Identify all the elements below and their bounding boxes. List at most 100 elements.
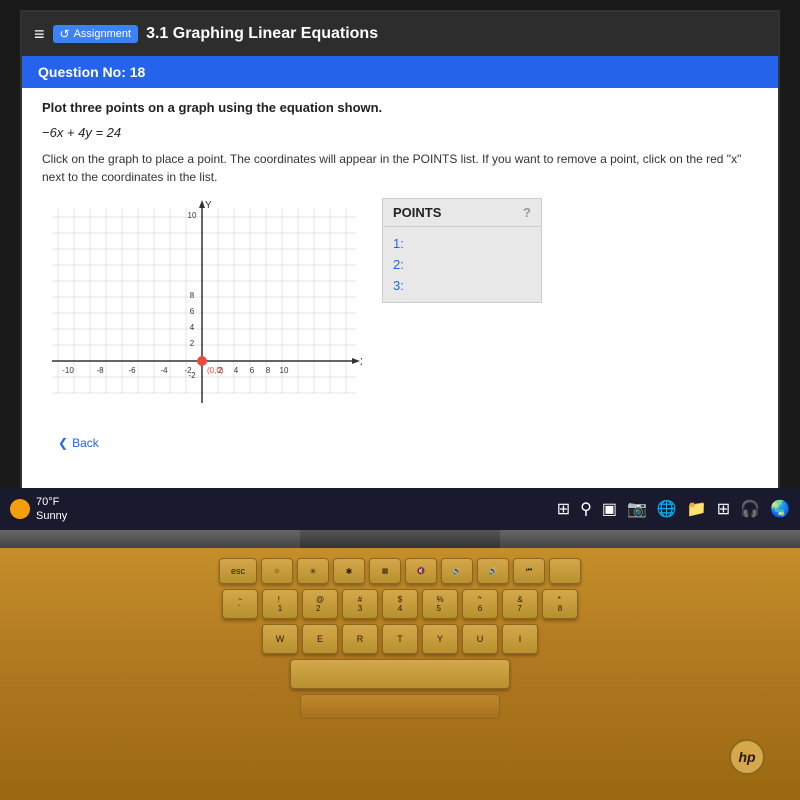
assignment-badge[interactable]: Assignment [53, 25, 139, 43]
weather-icon [10, 499, 30, 519]
svg-text:-8: -8 [96, 366, 104, 375]
point-item-1: 1: [393, 233, 531, 254]
key-5[interactable]: %5 [422, 589, 458, 619]
content-area: Plot three points on a graph using the e… [22, 88, 778, 470]
back-link[interactable]: ❮ Back [42, 428, 758, 458]
trackpad[interactable] [300, 694, 500, 719]
svg-text:10: 10 [188, 211, 197, 220]
graph-svg[interactable]: X Y -10 -8 -6 -4 -2 2 4 6 8 10 [42, 198, 362, 418]
svg-text:X: X [360, 357, 362, 368]
question-number: Question No: 18 [38, 64, 145, 80]
top-bar: ≡ Assignment 3.1 Graphing Linear Equatio… [22, 12, 778, 56]
apps-icon[interactable]: ⊞ [717, 499, 730, 519]
taskview-icon[interactable]: ▣ [602, 499, 617, 519]
headset-icon[interactable]: 🎧 [740, 499, 760, 519]
globe-icon[interactable]: 🌏 [770, 499, 790, 519]
hinge-center [300, 530, 500, 548]
svg-text:(0,0): (0,0) [207, 366, 224, 375]
key-f3[interactable]: ✱ [333, 558, 365, 584]
svg-text:Y: Y [205, 200, 212, 211]
page-title: 3.1 Graphing Linear Equations [146, 25, 378, 43]
assignment-label: Assignment [74, 28, 131, 40]
search-icon[interactable]: ⚲ [580, 499, 592, 519]
graph-container[interactable]: X Y -10 -8 -6 -4 -2 2 4 6 8 10 [42, 198, 362, 418]
key-e[interactable]: E [302, 624, 338, 654]
key-i[interactable]: I [502, 624, 538, 654]
key-f8[interactable]: ⏮ [513, 558, 545, 584]
key-f1[interactable]: ☺ [261, 558, 293, 584]
keyboard-area: esc ☺ ✳ ✱ ▦ 🔇 🔉 🔊 ⏮ ~` !1 @2 #3 $4 %5 ^6… [0, 548, 800, 719]
svg-text:-10: -10 [62, 366, 74, 375]
weather-widget: 70°F Sunny [10, 495, 67, 524]
instruction-text: Click on the graph to place a point. The… [42, 150, 758, 186]
key-f2[interactable]: ✳ [297, 558, 329, 584]
key-8[interactable]: *8 [542, 589, 578, 619]
equation: −6x + 4y = 24 [42, 125, 758, 140]
key-7[interactable]: &7 [502, 589, 538, 619]
laptop-body: esc ☺ ✳ ✱ ▦ 🔇 🔉 🔊 ⏮ ~` !1 @2 #3 $4 %5 ^6… [0, 530, 800, 800]
key-f7[interactable]: 🔊 [477, 558, 509, 584]
fn-key-row: esc ☺ ✳ ✱ ▦ 🔇 🔉 🔊 ⏮ [20, 558, 780, 584]
space-key-row [20, 659, 780, 689]
points-header: POINTS ? [383, 199, 541, 227]
point-item-3: 3: [393, 275, 531, 296]
points-help[interactable]: ? [523, 205, 531, 220]
key-f4[interactable]: ▦ [369, 558, 401, 584]
key-f6[interactable]: 🔉 [441, 558, 473, 584]
key-u[interactable]: U [462, 624, 498, 654]
key-3[interactable]: #3 [342, 589, 378, 619]
key-f5[interactable]: 🔇 [405, 558, 437, 584]
svg-text:6: 6 [250, 366, 255, 375]
question-header: Question No: 18 [22, 56, 778, 88]
hamburger-icon[interactable]: ≡ [34, 24, 45, 45]
weather-temp: 70°F [36, 495, 67, 509]
key-tilde[interactable]: ~` [222, 589, 258, 619]
svg-text:-6: -6 [128, 366, 136, 375]
laptop-hinge [0, 530, 800, 548]
key-4[interactable]: $4 [382, 589, 418, 619]
hp-logo: hp [729, 739, 765, 775]
graph-section: X Y -10 -8 -6 -4 -2 2 4 6 8 10 [42, 198, 758, 418]
svg-text:2: 2 [190, 339, 195, 348]
letter-key-row: W E R T Y U I [20, 624, 780, 654]
number-key-row: ~` !1 @2 #3 $4 %5 ^6 &7 *8 [20, 589, 780, 619]
key-esc[interactable]: esc [219, 558, 257, 584]
point-label-3: 3: [393, 278, 404, 293]
taskbar: 70°F Sunny ⊞ ⚲ ▣ 📷 🌐 📁 ⊞ 🎧 🌏 [0, 488, 800, 530]
svg-text:6: 6 [190, 307, 195, 316]
key-2[interactable]: @2 [302, 589, 338, 619]
point-label-2: 2: [393, 257, 404, 272]
svg-text:8: 8 [266, 366, 271, 375]
points-title: POINTS [393, 205, 441, 220]
weather-condition: Sunny [36, 509, 67, 523]
svg-text:4: 4 [190, 323, 195, 332]
windows-icon[interactable]: ⊞ [557, 499, 570, 519]
key-6[interactable]: ^6 [462, 589, 498, 619]
svg-text:8: 8 [190, 291, 195, 300]
key-space[interactable] [290, 659, 510, 689]
key-w[interactable]: W [262, 624, 298, 654]
point-item-2: 2: [393, 254, 531, 275]
taskbar-right: ⊞ ⚲ ▣ 📷 🌐 📁 ⊞ 🎧 🌏 [557, 499, 790, 519]
back-label: Back [72, 436, 99, 450]
key-1[interactable]: !1 [262, 589, 298, 619]
points-panel: POINTS ? 1: 2: 3: [382, 198, 542, 303]
browser-icon[interactable]: 🌐 [657, 499, 677, 519]
camera-icon[interactable]: 📷 [627, 499, 647, 519]
key-t[interactable]: T [382, 624, 418, 654]
folder-icon[interactable]: 📁 [687, 499, 707, 519]
screen-content: ≡ Assignment 3.1 Graphing Linear Equatio… [20, 10, 780, 520]
weather-text: 70°F Sunny [36, 495, 67, 524]
question-text: Plot three points on a graph using the e… [42, 100, 758, 115]
key-f9[interactable] [549, 558, 581, 584]
laptop-screen: ≡ Assignment 3.1 Graphing Linear Equatio… [0, 0, 800, 530]
svg-text:4: 4 [234, 366, 239, 375]
points-list: 1: 2: 3: [383, 227, 541, 302]
svg-text:-2: -2 [188, 371, 196, 380]
main-content: Question No: 18 Plot three points on a g… [22, 56, 778, 470]
back-chevron-icon: ❮ [58, 436, 68, 450]
point-label-1: 1: [393, 236, 404, 251]
key-y[interactable]: Y [422, 624, 458, 654]
svg-text:-4: -4 [160, 366, 168, 375]
key-r[interactable]: R [342, 624, 378, 654]
